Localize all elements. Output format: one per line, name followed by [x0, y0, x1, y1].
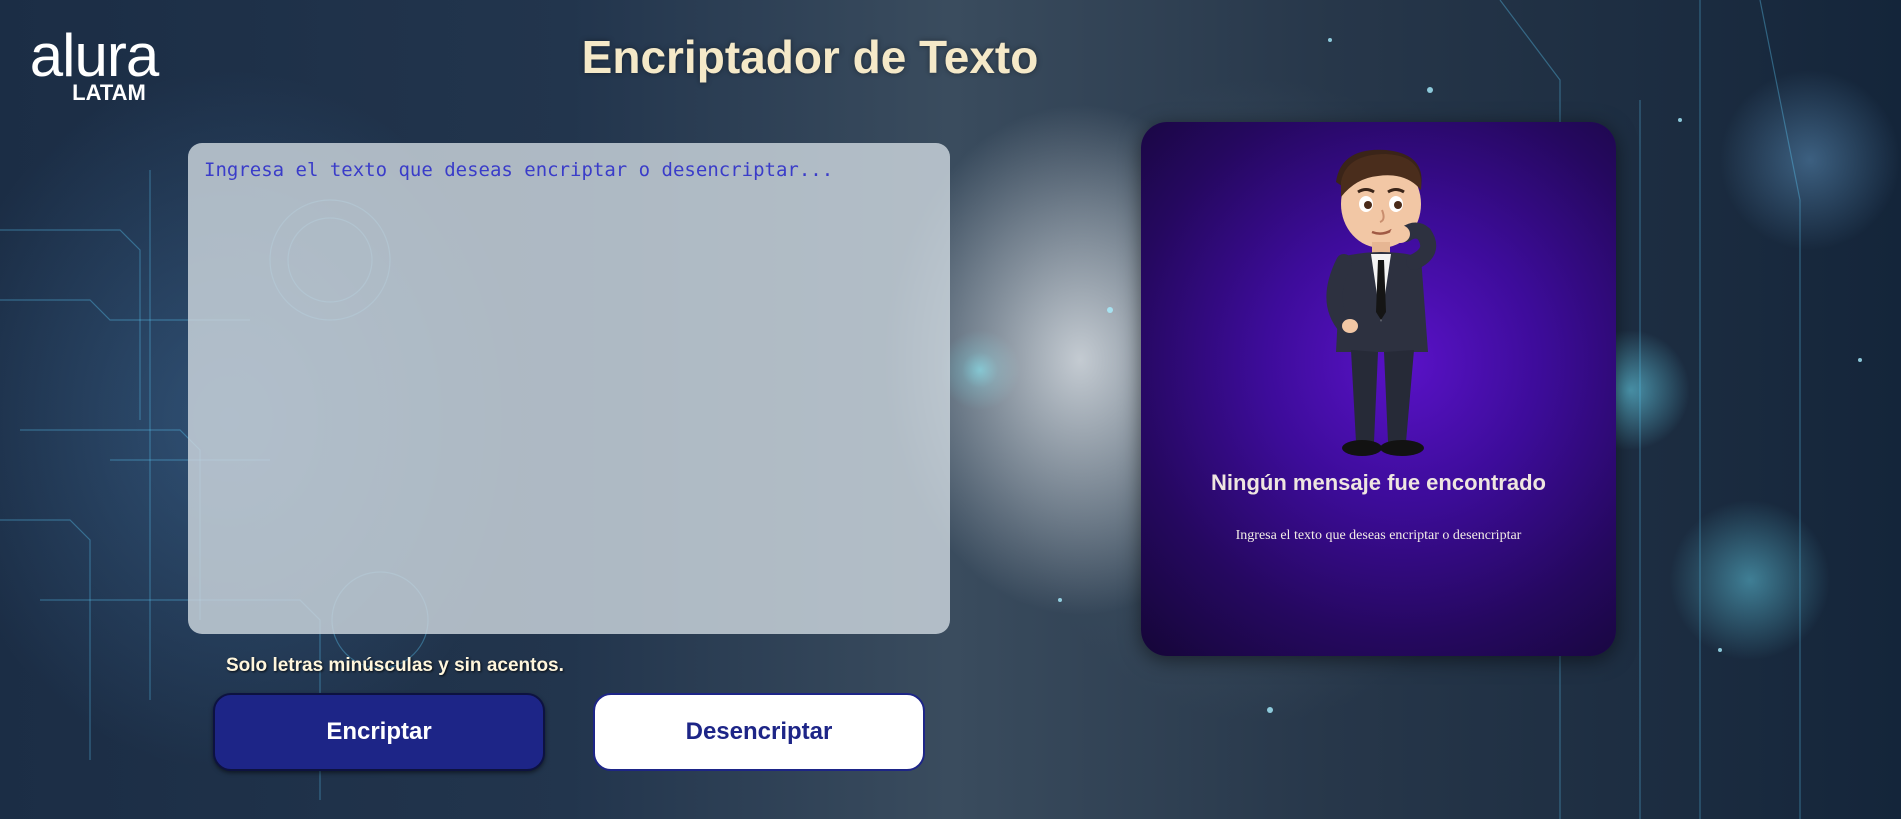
- decrypt-button[interactable]: Desencriptar: [593, 693, 925, 771]
- encrypt-button[interactable]: Encriptar: [213, 693, 545, 771]
- page-title: Encriptador de Texto: [581, 31, 1039, 83]
- logo-wordmark: alura: [29, 22, 159, 89]
- alura-latam-logo: alura LATAM: [24, 22, 164, 104]
- text-input-panel: [188, 143, 950, 634]
- hint-text: Solo letras minúsculas y sin acentos.: [226, 655, 564, 676]
- result-card: Ningún mensaje fue encontrado Ingresa el…: [1141, 122, 1616, 656]
- result-title: Ningún mensaje fue encontrado: [1211, 470, 1546, 495]
- thinking-man-illustration: [1326, 149, 1437, 456]
- text-input[interactable]: [188, 143, 950, 634]
- input-hint: Solo letras minúsculas y sin acentos.: [226, 655, 564, 677]
- result-text: Ingresa el texto que deseas encriptar o …: [1235, 528, 1522, 543]
